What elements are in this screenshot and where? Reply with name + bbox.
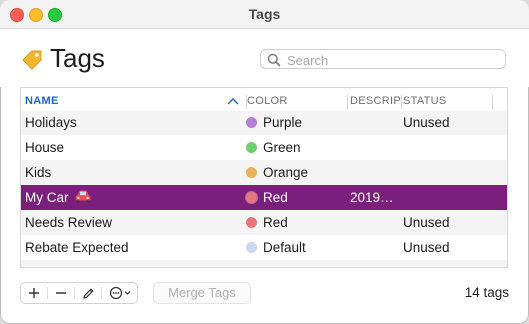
tag-name: Holidays — [25, 115, 77, 130]
color-swatch — [246, 242, 257, 253]
tags-window: Tags Tags NAME COLOR — [0, 0, 529, 324]
tag-name: My Car — [25, 190, 69, 205]
merge-tags-button[interactable]: Merge Tags — [153, 282, 251, 304]
color-swatch — [246, 167, 257, 178]
tag-color: Green — [263, 140, 301, 155]
window-title: Tags — [248, 6, 281, 22]
pencil-icon — [83, 288, 94, 299]
table-row[interactable]: Kids Orange — [21, 160, 507, 185]
tag-color: Red — [263, 190, 288, 205]
tag-color: Default — [263, 240, 306, 255]
add-tag-button[interactable] — [21, 283, 47, 303]
tag-color: Orange — [263, 165, 309, 180]
tag-icon — [20, 49, 44, 76]
tags-table: NAME COLOR DESCRIP STATUS Holidays Purpl… — [20, 87, 508, 268]
title-bar: Tags — [0, 0, 529, 29]
table-row[interactable]: Rebate Expected Default Unused — [21, 235, 507, 260]
tag-name: Kids — [25, 165, 52, 180]
column-divider[interactable] — [492, 95, 493, 109]
color-swatch — [246, 142, 257, 153]
tag-color: Purple — [263, 115, 303, 130]
tag-name-cell: My Car — [25, 185, 92, 210]
search-icon — [267, 53, 281, 67]
sort-ascending-icon — [227, 98, 239, 105]
more-actions-menu[interactable] — [102, 283, 138, 303]
tag-color: Red — [263, 215, 288, 230]
color-swatch — [246, 192, 257, 203]
tag-description: 2019… — [350, 190, 394, 205]
tag-name: Needs Review — [25, 215, 113, 230]
tag-count: 14 tags — [464, 285, 509, 300]
column-divider[interactable] — [401, 95, 402, 109]
tag-status: Unused — [403, 115, 450, 130]
color-swatch — [246, 117, 257, 128]
plus-icon — [29, 288, 39, 298]
table-row[interactable]: House Green — [21, 135, 507, 160]
search-field[interactable] — [260, 49, 506, 69]
tag-name: Rebate Expected — [25, 240, 129, 255]
header: Tags — [0, 29, 529, 87]
search-input[interactable] — [285, 51, 499, 69]
remove-tag-button[interactable] — [48, 283, 74, 303]
car-icon — [74, 186, 92, 211]
table-row[interactable]: Needs Review Red Unused — [21, 210, 507, 235]
tag-status: Unused — [403, 215, 450, 230]
table-row-selected[interactable]: My Car Red 2019… — [21, 185, 507, 210]
table-row-partial[interactable] — [21, 260, 507, 267]
ellipsis-circle-icon — [109, 286, 131, 300]
page-title: Tags — [50, 43, 105, 73]
column-divider[interactable] — [347, 95, 348, 109]
tag-name: House — [25, 140, 65, 155]
tag-actions-toolbar — [20, 282, 138, 304]
edit-tag-button[interactable] — [75, 283, 101, 303]
minus-icon — [56, 292, 66, 294]
table-row[interactable]: Holidays Purple Unused — [21, 111, 507, 135]
column-header-name-label: NAME — [25, 95, 59, 107]
tag-status: Unused — [403, 240, 450, 255]
color-swatch — [246, 217, 257, 228]
